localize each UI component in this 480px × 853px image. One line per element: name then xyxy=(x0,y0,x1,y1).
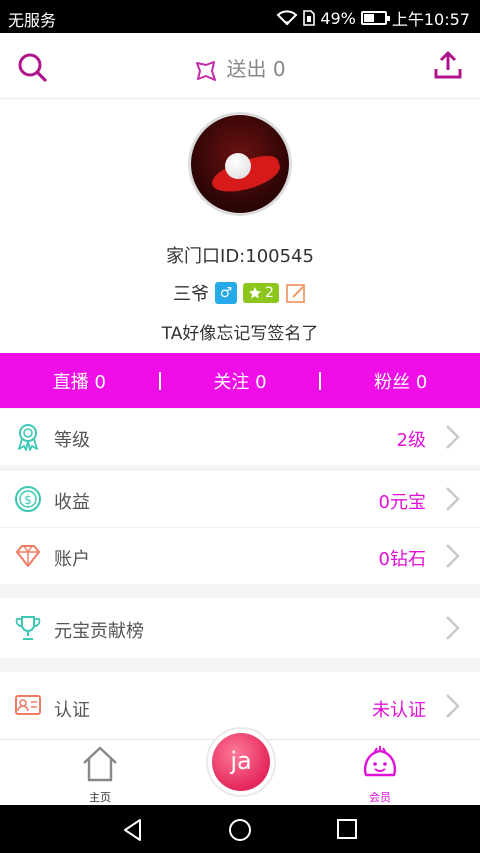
stat-following-label: 关注 xyxy=(213,371,250,393)
chevron-right-icon xyxy=(446,616,460,640)
menu-account-value: 0钻石 xyxy=(378,549,426,570)
back-icon[interactable] xyxy=(120,817,146,843)
menu-level-value: 2级 xyxy=(396,430,426,451)
edit-icon[interactable] xyxy=(285,282,307,304)
house-icon xyxy=(83,746,117,782)
trophy-icon xyxy=(15,616,41,640)
svg-text:$: $ xyxy=(24,493,32,507)
menu-level-label: 等级 xyxy=(54,430,90,451)
menu-verify-label: 认证 xyxy=(54,700,90,721)
recents-square-icon[interactable] xyxy=(335,817,359,841)
level-number: 2 xyxy=(265,285,274,301)
gender-badge: ♂ xyxy=(215,282,238,304)
menu-row-income[interactable]: $ 收益 0元宝 xyxy=(0,471,480,527)
menu-row-account[interactable]: 账户 0钻石 xyxy=(0,528,480,584)
stat-following[interactable]: 关注 0 xyxy=(161,368,320,394)
signature: TA好像忘记写签名了 xyxy=(161,324,319,344)
stats-bar: 直播 0 关注 0 粉丝 0 xyxy=(0,353,480,408)
top-bar: 送出 0 xyxy=(0,33,480,99)
sent-gifts[interactable]: 送出 0 xyxy=(0,53,480,83)
profile-card: 家门口ID:100545 三爷 ♂ 2 TA好像忘记写签名了 xyxy=(0,99,480,353)
screen: 无服务 49% 上午10:57 送出 0 家门口ID:100545 三爷 ♂ 2… xyxy=(0,0,480,853)
sent-count: 0 xyxy=(272,57,286,81)
stat-fans[interactable]: 粉丝 0 xyxy=(321,368,480,394)
nav-home-label: 主页 xyxy=(89,791,111,804)
chevron-right-icon xyxy=(446,694,460,718)
share-upload-icon[interactable] xyxy=(432,49,464,81)
battery-fill xyxy=(363,14,374,22)
stat-live-value: 0 xyxy=(94,371,106,393)
nav-member[interactable]: 会员 xyxy=(357,745,403,805)
sent-label: 送出 xyxy=(226,57,267,81)
name-line: 三爷 ♂ 2 xyxy=(0,280,480,306)
status-icons: 49% 上午10:57 xyxy=(276,6,470,30)
system-nav-bar xyxy=(0,805,480,853)
member-face-icon xyxy=(364,746,396,777)
chevron-right-icon xyxy=(446,425,460,449)
home-id: 家门口ID:100545 xyxy=(166,246,314,267)
level-badge: 2 xyxy=(243,283,279,303)
chevron-right-icon xyxy=(446,544,460,568)
avatar-ball xyxy=(225,153,251,179)
diamond-icon xyxy=(16,545,40,567)
menu-row-level[interactable]: 等级 2级 xyxy=(0,409,480,465)
menu-income-value: 0元宝 xyxy=(378,492,426,513)
stat-live[interactable]: 直播 0 xyxy=(0,368,159,394)
gift-icon xyxy=(196,60,217,81)
medal-icon xyxy=(18,424,38,451)
star-icon xyxy=(249,287,262,299)
live-logo: ja xyxy=(212,733,270,791)
menu-income-label: 收益 xyxy=(54,492,90,513)
wifi-icon xyxy=(276,10,298,26)
id-card-icon xyxy=(15,695,41,715)
battery-percent: 49% xyxy=(320,8,356,28)
avatar[interactable] xyxy=(188,112,292,216)
row-divider xyxy=(0,469,480,470)
nav-home[interactable]: 主页 xyxy=(78,745,122,805)
menu-ranking-label: 元宝贡献榜 xyxy=(54,621,144,642)
home-circle-icon[interactable] xyxy=(227,817,253,843)
menu-verify-value: 未认证 xyxy=(372,700,426,721)
carrier-label: 无服务 xyxy=(8,11,57,30)
menu-row-ranking[interactable]: 元宝贡献榜 xyxy=(0,598,480,658)
stat-fans-label: 粉丝 xyxy=(374,371,411,393)
coin-icon: $ xyxy=(15,486,41,512)
menu-account-label: 账户 xyxy=(54,549,90,570)
chevron-right-icon xyxy=(446,487,460,511)
stat-following-value: 0 xyxy=(255,371,267,393)
nav-member-label: 会员 xyxy=(369,791,391,804)
battery-icon xyxy=(360,11,390,25)
stat-live-label: 直播 xyxy=(52,371,89,393)
clock: 上午10:57 xyxy=(391,10,470,29)
nickname: 三爷 xyxy=(173,284,210,305)
stat-fans-value: 0 xyxy=(415,371,428,393)
status-bar: 无服务 49% 上午10:57 xyxy=(0,0,480,33)
nav-live-button[interactable]: ja xyxy=(206,727,276,797)
sim-icon xyxy=(303,10,316,26)
